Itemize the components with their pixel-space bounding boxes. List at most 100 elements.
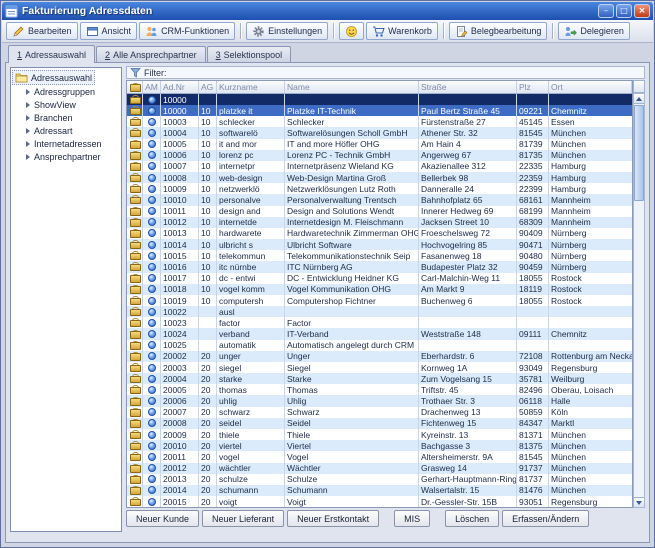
table-row[interactable]: 10023 factor Factor: [127, 317, 632, 328]
cell-kurzname: starke: [217, 373, 285, 384]
cell-strasse: Walsertalstr. 15: [419, 485, 517, 496]
column-header-kurzname[interactable]: Kurzname: [217, 81, 285, 93]
minimize-button[interactable]: –: [598, 4, 614, 18]
table-row[interactable]: 20002 20 unger Unger Eberhardstr. 6 7210…: [127, 351, 632, 362]
table-row[interactable]: 10018 10 vogel komm Vogel Kommunikation …: [127, 284, 632, 295]
table-row[interactable]: 20013 20 schulze Schulze Gerhart-Hauptma…: [127, 474, 632, 485]
table-row[interactable]: 20014 20 schumann Schumann Walsertalstr.…: [127, 485, 632, 496]
warenkorb-button[interactable]: Warenkorb: [366, 22, 438, 40]
grid-filter-row[interactable]: 10000: [127, 94, 632, 105]
expander-icon[interactable]: [26, 89, 30, 95]
delegieren-button[interactable]: Delegieren: [558, 22, 630, 40]
table-row[interactable]: 20012 20 wächtler Wächtler Grasweg 14 91…: [127, 463, 632, 474]
cell-ort: München: [549, 139, 632, 150]
table-row[interactable]: 10006 10 lorenz pc Lorenz PC - Technik G…: [127, 150, 632, 161]
cell-ag: 20: [199, 485, 217, 496]
loeschen-button[interactable]: Löschen: [445, 510, 499, 527]
table-row[interactable]: 10012 10 internetde Internetdesign M. Fl…: [127, 217, 632, 228]
expander-icon[interactable]: [26, 128, 30, 134]
table-row[interactable]: 10016 10 itc nürnbe ITC Nürnberg AG Buda…: [127, 261, 632, 272]
table-row[interactable]: 10007 10 internetpr Internetpräsenz Wiel…: [127, 161, 632, 172]
table-row[interactable]: 20015 20 voigt Voigt Dr.-Gessler-Str. 15…: [127, 496, 632, 507]
neuer-kunde-button[interactable]: Neuer Kunde: [126, 510, 199, 527]
lock-icon: [130, 419, 139, 428]
scrollbar-thumb[interactable]: [634, 105, 644, 201]
table-row[interactable]: 10015 10 telekommun Telekommunikationste…: [127, 250, 632, 261]
table-row[interactable]: 20010 20 viertel Viertel Bachgasse 3 813…: [127, 440, 632, 451]
column-header-plz[interactable]: Plz: [517, 81, 549, 93]
table-row[interactable]: 20007 20 schwarz Schwarz Drachenweg 13 5…: [127, 407, 632, 418]
cell-name: Schlecker: [285, 116, 419, 127]
table-row[interactable]: 10003 10 schlecker Schlecker Fürstenstra…: [127, 116, 632, 127]
table-row[interactable]: 20009 20 thiele Thiele Kyreinstr. 13 813…: [127, 429, 632, 440]
table-row[interactable]: 20006 20 uhlig Uhlig Trothaer Str. 3 061…: [127, 395, 632, 406]
table-row[interactable]: 10009 10 netzwerklö Netzwerklösungen Lut…: [127, 183, 632, 194]
tab[interactable]: 1 Adressauswahl: [8, 45, 95, 63]
table-row[interactable]: 10000 10 platzke it Platzke IT-Technik P…: [127, 105, 632, 116]
erfassen-aendern-button[interactable]: Erfassen/Ändern: [502, 510, 589, 527]
column-header-strasse[interactable]: Straße: [419, 81, 517, 93]
table-row[interactable]: 10011 10 design and Design and Solutions…: [127, 206, 632, 217]
scroll-down-button[interactable]: [634, 497, 644, 507]
table-row[interactable]: 20011 20 vogel Vogel Altersheimerstr. 9A…: [127, 451, 632, 462]
smiley-button[interactable]: [339, 22, 364, 40]
grid-corner-button[interactable]: [633, 80, 645, 93]
table-row[interactable]: 10014 10 ulbricht s Ulbricht Software Ho…: [127, 239, 632, 250]
belegbearbeitung-button[interactable]: Belegbearbeitung: [449, 22, 548, 40]
table-row[interactable]: 10004 10 softwarelö Softwarelösungen Sch…: [127, 127, 632, 138]
tree-item[interactable]: Branchen: [12, 111, 120, 124]
tree-root-adressauswahl[interactable]: Adressauswahl: [12, 70, 95, 85]
tree-item[interactable]: Ansprechpartner: [12, 150, 120, 163]
tree-item[interactable]: Internetadressen: [12, 137, 120, 150]
tree-item[interactable]: ShowView: [12, 98, 120, 111]
neuer-erstkontakt-button[interactable]: Neuer Erstkontakt: [287, 510, 379, 527]
column-header-adnr[interactable]: Ad.Nr: [161, 81, 199, 93]
address-ball-icon: [148, 498, 156, 506]
maximize-button[interactable]: □: [616, 4, 632, 18]
tab[interactable]: 3 Selektionspool: [207, 46, 292, 62]
vertical-scrollbar[interactable]: [633, 93, 645, 508]
table-row[interactable]: 10019 10 computersh Computershop Fichtne…: [127, 295, 632, 306]
cell-ag: 10: [199, 250, 217, 261]
ansicht-button[interactable]: Ansicht: [80, 22, 138, 40]
table-row[interactable]: 10022 ausl: [127, 306, 632, 317]
table-row[interactable]: 20008 20 seidel Seidel Fichtenweg 15 843…: [127, 418, 632, 429]
expander-icon[interactable]: [26, 154, 30, 160]
column-header-lock[interactable]: [127, 81, 143, 93]
neuer-lieferant-button[interactable]: Neuer Lieferant: [202, 510, 284, 527]
tree-item-label: Adressgruppen: [34, 87, 95, 97]
cell-ort: München: [549, 485, 632, 496]
table-row[interactable]: 20005 20 thomas Thomas Triftstr. 45 8249…: [127, 384, 632, 395]
column-header-am[interactable]: AM: [143, 81, 161, 93]
filter-adnr-value[interactable]: 10000: [161, 94, 199, 105]
crm-funktionen-button[interactable]: CRM-Funktionen: [139, 22, 235, 40]
table-row[interactable]: 10008 10 web-design Web-Design Martina G…: [127, 172, 632, 183]
tree-item[interactable]: Adressart: [12, 124, 120, 137]
table-row[interactable]: 10005 10 it and mor IT and more Höfler O…: [127, 139, 632, 150]
mis-button[interactable]: MIS: [394, 510, 430, 527]
table-row[interactable]: 20004 20 starke Starke Zum Vogelsang 15 …: [127, 373, 632, 384]
einstellungen-button[interactable]: Einstellungen: [246, 22, 328, 40]
filter-bar[interactable]: Filter:: [126, 66, 645, 79]
table-row[interactable]: 10010 10 personalve Personalverwaltung T…: [127, 194, 632, 205]
column-header-name[interactable]: Name: [285, 81, 419, 93]
tree-item[interactable]: Adressgruppen: [12, 85, 120, 98]
cell-plz: 81476: [517, 485, 549, 496]
cell-lock: [127, 206, 143, 217]
scroll-up-button[interactable]: [634, 94, 644, 104]
cell-plz: 81545: [517, 127, 549, 138]
column-header-ort[interactable]: Ort: [549, 81, 632, 93]
table-row[interactable]: 10024 verband IT-Verband Weststraße 148 …: [127, 328, 632, 339]
expander-icon[interactable]: [26, 102, 30, 108]
table-row[interactable]: 10013 10 hardwarete Hardwaretechnik Zimm…: [127, 228, 632, 239]
column-header-ag[interactable]: AG: [199, 81, 217, 93]
bearbeiten-button[interactable]: Bearbeiten: [6, 22, 78, 40]
table-row[interactable]: 20003 20 siegel Siegel Kornweg 1A 93049 …: [127, 362, 632, 373]
expander-icon[interactable]: [26, 115, 30, 121]
titlebar[interactable]: Fakturierung Adressdaten – □ ×: [2, 2, 653, 20]
table-row[interactable]: 10025 automatik Automatisch angelegt dur…: [127, 340, 632, 351]
table-row[interactable]: 10017 10 dc - entwi DC - Entwicklung Hei…: [127, 273, 632, 284]
tab[interactable]: 2 Alle Ansprechpartner: [96, 46, 206, 62]
expander-icon[interactable]: [26, 141, 30, 147]
close-button[interactable]: ×: [634, 4, 650, 18]
